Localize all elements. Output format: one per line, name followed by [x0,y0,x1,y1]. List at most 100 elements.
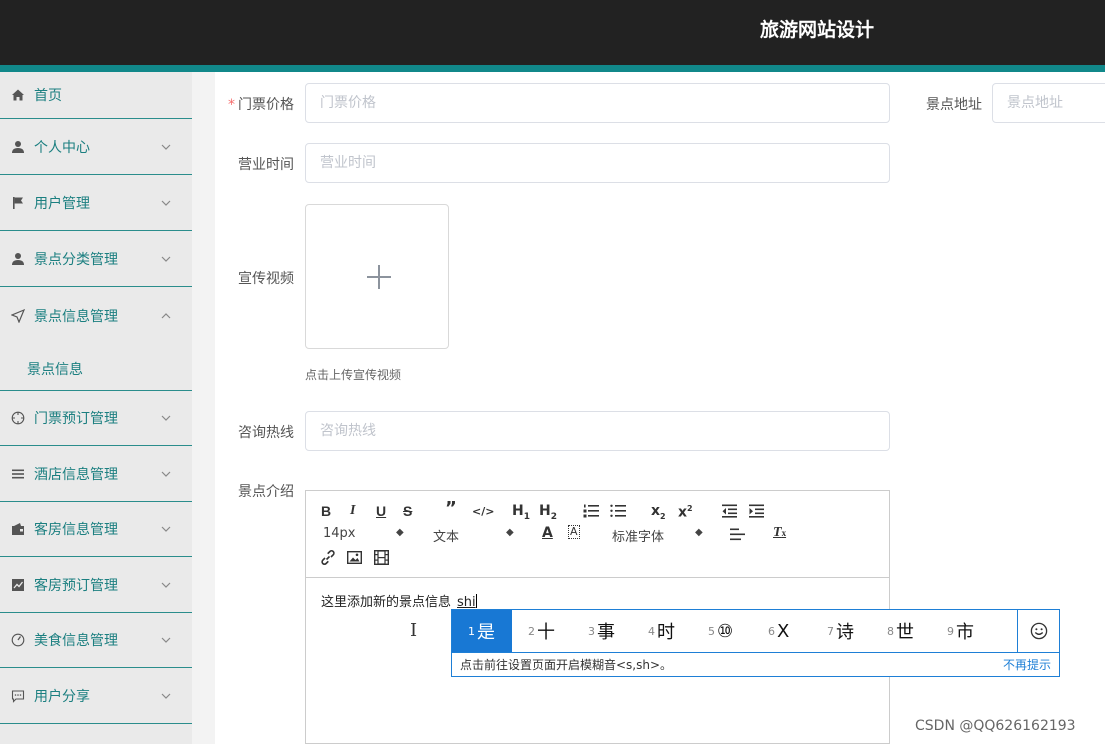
chevron-up-icon [161,312,171,318]
ime-candidate[interactable]: 5⑩ [708,610,733,652]
ime-composition: shi [457,595,476,610]
chevron-down-icon [161,526,171,532]
align-left-icon[interactable] [730,528,745,541]
watermark: CSDN @QQ626162193 [915,718,1076,734]
dismiss-hint-link[interactable]: 不再提示 [1003,656,1051,673]
strikethrough-icon[interactable]: S [403,503,412,519]
link-icon[interactable] [320,550,336,565]
ime-candidate[interactable]: 7诗 [827,610,854,652]
sidebar-item-label: 景点信息管理 [34,308,118,325]
ime-candidate[interactable]: 4时 [648,610,675,652]
ime-candidate-window: 1是 2十 3事 4时 5⑩ 6X 7诗 8世 9市 点击前往设置页面开启模糊音… [451,609,1060,677]
sidebar-item-category-management[interactable]: 景点分类管理 [0,232,192,287]
superscript-icon[interactable]: x2 [678,501,693,521]
font-size-select[interactable]: 14px ◆ [323,526,404,541]
sidebar-item-ticket-booking[interactable]: 门票预订管理 [0,391,192,446]
sidebar-item-label: 景点分类管理 [34,252,118,268]
ticket-price-input[interactable] [305,83,890,123]
home-icon [0,88,34,102]
ime-candidate[interactable]: 1是 [452,610,512,652]
video-label: 宣传视频 [238,271,294,287]
upload-tip: 点击上传宣传视频 [305,368,402,382]
ime-candidate[interactable]: 9市 [947,610,974,652]
sidebar-item-room-booking[interactable]: 客房预订管理 [0,558,192,613]
chart-icon [0,578,34,592]
required-mark: * [228,97,235,113]
address-input[interactable] [992,83,1105,123]
flag-icon [0,196,34,210]
heading2-icon[interactable]: H2 [539,503,557,525]
select-caret-icon: ◆ [396,527,404,538]
hotline-label: 咨询热线 [238,425,294,441]
bold-icon[interactable]: B [321,503,331,519]
hotline-input[interactable] [305,411,890,451]
bullet-list-icon[interactable] [610,504,626,518]
image-icon[interactable] [347,551,362,564]
ime-candidate[interactable]: 6X [768,610,789,652]
ticket-price-label: * 门票价格 [228,97,294,113]
editor-body[interactable]: 这里添加新的景点信息 shi [321,591,477,610]
sidebar-item-label: 首页 [34,88,62,104]
ime-candidate[interactable]: 2十 [528,610,555,652]
hours-label: 营业时间 [238,157,294,173]
emoji-button[interactable] [1017,610,1060,652]
chat-icon [0,689,34,703]
select-caret-icon: ◆ [506,527,514,538]
chevron-down-icon [161,582,171,588]
gauge-icon [0,633,34,647]
indent-icon[interactable] [749,504,764,518]
site-title: 旅游网站设计 [760,19,875,41]
background-color-icon[interactable]: A [568,525,580,539]
ordered-list-icon[interactable] [583,504,599,518]
chevron-down-icon [161,415,171,421]
intro-label: 景点介绍 [238,484,294,500]
font-color-icon[interactable]: A [542,525,553,541]
video-icon[interactable] [374,550,389,565]
sidebar-item-hotel-management[interactable]: 酒店信息管理 [0,447,192,502]
sidebar-item-user-share[interactable]: 用户分享 [0,669,192,724]
clear-format-icon[interactable]: Tx [773,525,786,541]
sidebar-item-label: 门票预订管理 [34,411,118,427]
block-type-select[interactable]: 文本 ◆ [433,526,514,545]
emoji-icon [1030,622,1048,640]
sidebar-item-label: 用户管理 [34,196,90,212]
compass-icon [0,411,34,425]
sidebar-item-room-management[interactable]: 客房信息管理 [0,502,192,557]
sidebar-item-attraction-management[interactable]: 景点信息管理 [0,288,192,343]
sidebar-item-label: 酒店信息管理 [34,467,118,483]
code-icon[interactable]: </> [472,504,494,520]
sidebar-item-home[interactable]: 首页 [0,72,192,119]
sidebar-item-label: 个人中心 [34,140,90,156]
subscript-icon[interactable]: x2 [651,503,666,525]
video-upload-button[interactable] [305,204,449,349]
sidebar-item-user-management[interactable]: 用户管理 [0,176,192,231]
sidebar-item-personal-center[interactable]: 个人中心 [0,120,192,175]
quote-icon[interactable]: ” [445,500,457,518]
sidebar-item-label: 用户分享 [34,689,90,705]
sidebar-item-food-management[interactable]: 美食信息管理 [0,613,192,668]
sidebar-item-label: 美食信息管理 [34,633,118,649]
address-label: 景点地址 [926,97,982,113]
ime-candidate[interactable]: 3事 [588,610,615,652]
text-cursor [475,594,477,608]
hours-input[interactable] [305,143,890,183]
header-accent-bar [0,65,1105,72]
user-icon [0,140,34,154]
chevron-down-icon [161,471,171,477]
ime-hint: 点击前往设置页面开启模糊音<s,sh>。 [452,652,1059,676]
wallet-icon [0,522,34,536]
sidebar: 首页 个人中心 用户管理 景点分类管理 景点信息管理 景点信息 门票预订管理 酒… [0,72,192,744]
italic-icon[interactable]: I [350,503,355,519]
sidebar-subitem-attraction-info[interactable]: 景点信息 [0,347,192,391]
font-family-select[interactable]: 标准字体 ◆ [612,526,703,545]
outdent-icon[interactable] [722,504,737,518]
chevron-down-icon [161,256,171,262]
heading1-icon[interactable]: H1 [512,503,530,525]
sidebar-item-label: 客房信息管理 [34,522,118,538]
editor-toolbar: B I U S ” </> H1 H2 x2 x2 14px ◆ 文本 ◆ A A … [306,491,889,578]
ime-candidate[interactable]: 8世 [887,610,914,652]
list-icon [0,467,34,481]
underline-icon[interactable]: U [376,503,386,519]
chevron-down-icon [161,144,171,150]
sidebar-item-label: 客房预订管理 [34,578,118,594]
